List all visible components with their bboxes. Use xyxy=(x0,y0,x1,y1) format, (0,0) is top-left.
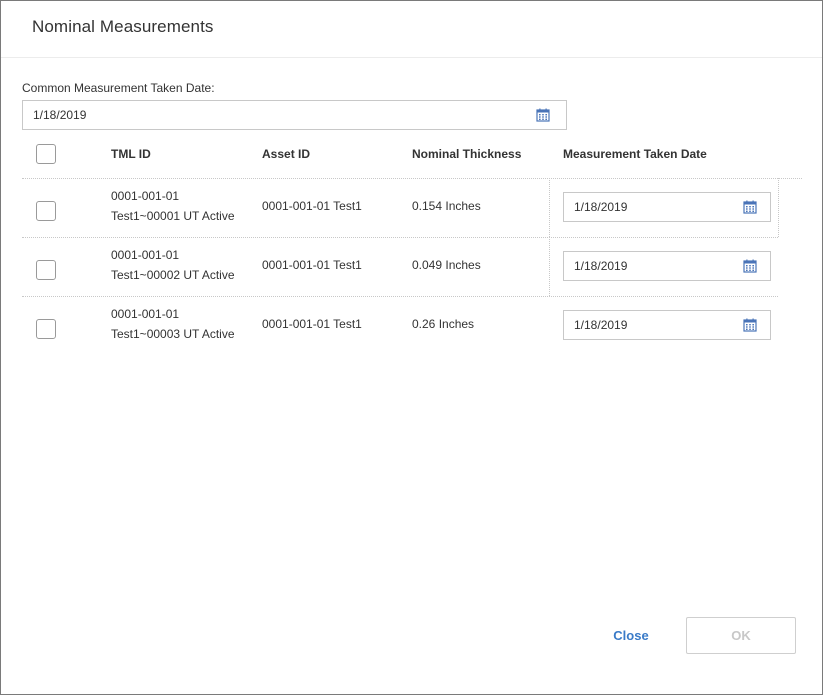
tml-id-line2: Test1~00003 UT Active xyxy=(111,327,235,341)
tml-id-cell: 0001-001-01 Test1~00002 UT Active xyxy=(111,245,235,285)
dialog-header: Nominal Measurements xyxy=(1,1,822,58)
tml-id-line1: 0001-001-01 xyxy=(111,189,180,203)
column-header-tml-id[interactable]: TML ID xyxy=(111,147,151,161)
header-divider xyxy=(22,178,802,179)
asset-id-cell: 0001-001-01 Test1 xyxy=(262,199,362,213)
calendar-icon[interactable] xyxy=(536,108,550,122)
column-divider xyxy=(549,178,550,237)
nominal-thickness-cell: 0.154 Inches xyxy=(412,199,481,213)
column-divider xyxy=(778,178,779,237)
column-header-asset-id[interactable]: Asset ID xyxy=(262,147,310,161)
dialog-title: Nominal Measurements xyxy=(32,17,214,36)
measurement-date-value: 1/18/2019 xyxy=(574,259,628,273)
measurement-date-field-1[interactable]: 1/18/2019 xyxy=(563,192,771,222)
measurement-date-value: 1/18/2019 xyxy=(574,318,628,332)
ok-button[interactable]: OK xyxy=(686,617,796,654)
nominal-measurements-dialog: Nominal Measurements Common Measurement … xyxy=(0,0,823,695)
tml-id-line2: Test1~00002 UT Active xyxy=(111,268,235,282)
nominal-thickness-cell: 0.26 Inches xyxy=(412,317,475,331)
common-date-value: 1/18/2019 xyxy=(33,108,87,122)
asset-id-cell: 0001-001-01 Test1 xyxy=(262,317,362,331)
row-checkbox-3[interactable] xyxy=(36,319,56,339)
tml-id-cell: 0001-001-01 Test1~00003 UT Active xyxy=(111,304,235,344)
row-divider xyxy=(22,237,778,238)
nominal-thickness-cell: 0.049 Inches xyxy=(412,258,481,272)
row-checkbox-2[interactable] xyxy=(36,260,56,280)
calendar-icon[interactable] xyxy=(743,259,757,273)
column-header-measurement-date[interactable]: Measurement Taken Date xyxy=(563,147,707,161)
measurement-date-field-3[interactable]: 1/18/2019 xyxy=(563,310,771,340)
tml-id-line2: Test1~00001 UT Active xyxy=(111,209,235,223)
measurement-date-value: 1/18/2019 xyxy=(574,200,628,214)
measurement-date-field-2[interactable]: 1/18/2019 xyxy=(563,251,771,281)
asset-id-cell: 0001-001-01 Test1 xyxy=(262,258,362,272)
tml-id-line1: 0001-001-01 xyxy=(111,307,180,321)
column-header-nominal-thickness[interactable]: Nominal Thickness xyxy=(412,147,521,161)
select-all-checkbox[interactable] xyxy=(36,144,56,164)
calendar-icon[interactable] xyxy=(743,318,757,332)
tml-id-line1: 0001-001-01 xyxy=(111,248,180,262)
tml-id-cell: 0001-001-01 Test1~00001 UT Active xyxy=(111,186,235,226)
row-divider xyxy=(22,296,778,297)
row-checkbox-1[interactable] xyxy=(36,201,56,221)
common-date-label: Common Measurement Taken Date: xyxy=(22,81,215,95)
common-date-field[interactable]: 1/18/2019 xyxy=(22,100,567,130)
column-divider xyxy=(549,237,550,296)
close-button[interactable]: Close xyxy=(601,618,661,654)
calendar-icon[interactable] xyxy=(743,200,757,214)
